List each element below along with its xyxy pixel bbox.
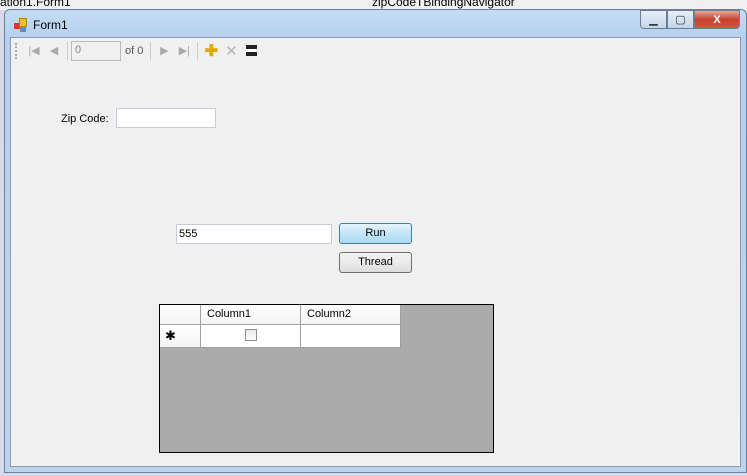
checkbox[interactable] (244, 329, 257, 341)
position-input[interactable]: 0 (71, 40, 121, 61)
binding-navigator: |◀ ◀ 0 of 0 ▶ ▶| ✚ ✕ (11, 38, 740, 63)
ide-tab-text: ation1.Form1 (0, 0, 71, 9)
save-icon[interactable] (241, 41, 261, 61)
new-row-header[interactable]: ✱ (160, 325, 201, 348)
run-button[interactable]: Run (339, 223, 412, 244)
count-label: of 0 (125, 44, 144, 57)
grid-cell[interactable] (301, 325, 401, 348)
zip-code-label: Zip Code: (61, 113, 109, 125)
zip-code-input[interactable] (116, 108, 216, 128)
separator (150, 41, 152, 60)
app-icon (14, 18, 28, 32)
separator (197, 41, 199, 60)
maximize-button[interactable]: ▢ (667, 10, 694, 29)
grid-corner-header[interactable] (160, 305, 201, 325)
data-grid[interactable]: Column1 Column2 ✱ (159, 304, 494, 453)
delete-icon[interactable]: ✕ (221, 41, 241, 61)
toolbar-grip[interactable] (15, 42, 18, 59)
form-window: Form1 ▁ ▢ X |◀ ◀ 0 of 0 ▶ ▶| ✚ ✕ Zip Cod… (4, 9, 747, 473)
column-header[interactable]: Column1 (201, 305, 301, 325)
close-button[interactable]: X (694, 10, 740, 29)
text-input[interactable]: 555 (176, 224, 332, 244)
thread-button[interactable]: Thread (339, 252, 412, 273)
move-next-icon[interactable]: ▶ (154, 41, 174, 61)
ide-component-text: zipCodeTBindingNavigator (372, 0, 515, 9)
separator (67, 41, 68, 60)
move-first-icon[interactable]: |◀ (24, 41, 44, 61)
minimize-button[interactable]: ▁ (640, 10, 667, 29)
form-client-area: |◀ ◀ 0 of 0 ▶ ▶| ✚ ✕ Zip Code: 555 Run T… (10, 37, 741, 467)
grid-cell-checkbox[interactable] (201, 325, 301, 348)
move-previous-icon[interactable]: ◀ (44, 41, 64, 61)
window-title: Form1 (33, 18, 68, 32)
column-header[interactable]: Column2 (301, 305, 401, 325)
add-new-icon[interactable]: ✚ (201, 41, 221, 61)
move-last-icon[interactable]: ▶| (174, 41, 194, 61)
